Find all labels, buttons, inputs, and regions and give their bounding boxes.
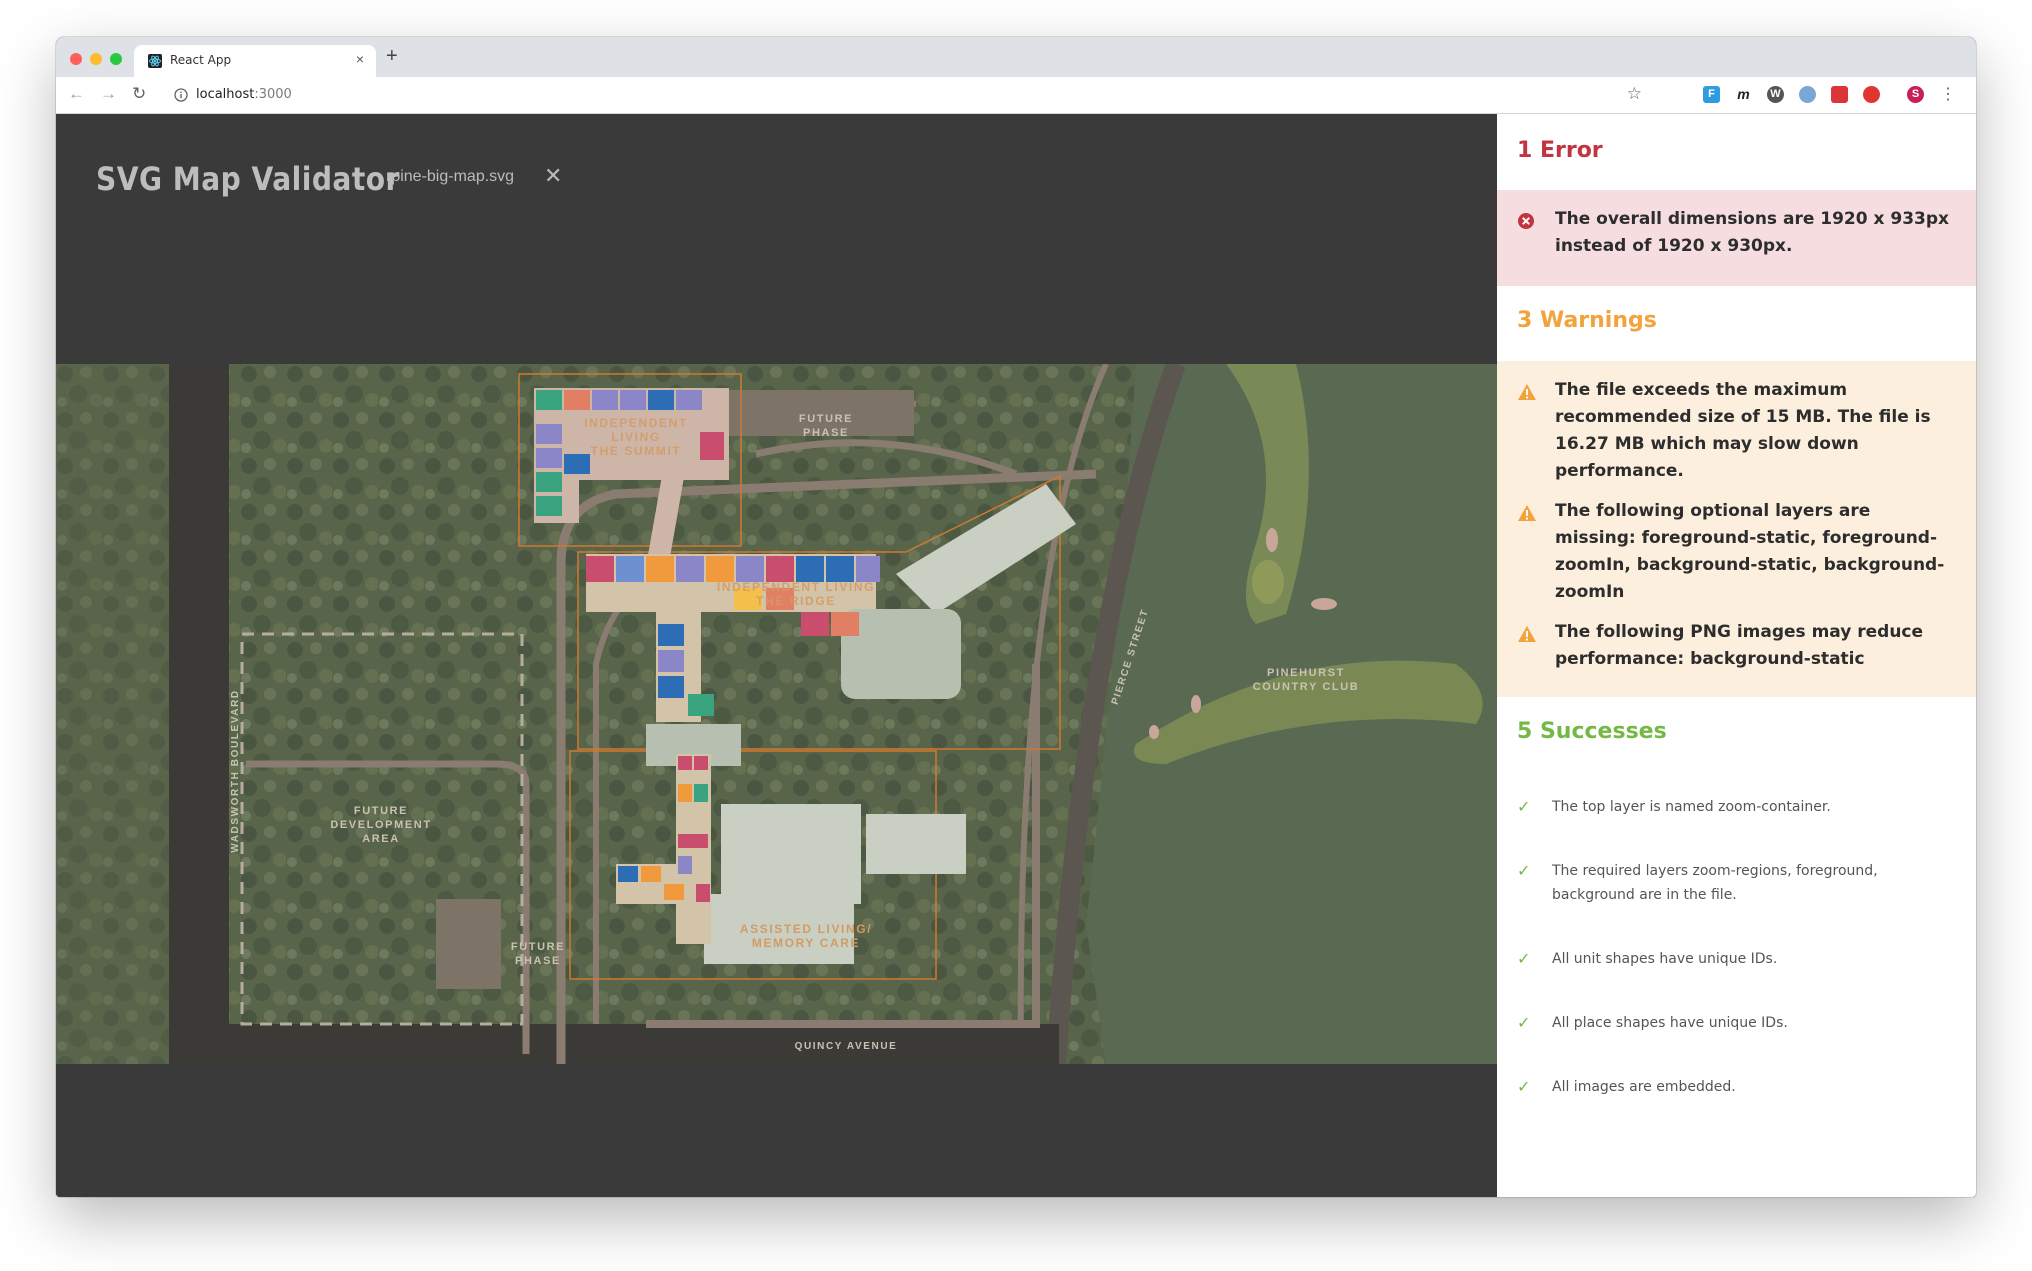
close-window-button[interactable] <box>70 53 82 65</box>
map-label-future-development: FUTURE DEVELOPMENT AREA <box>330 805 432 845</box>
profile-avatar[interactable]: S <box>1907 86 1924 103</box>
map-label-ridge: INDEPENDENT LIVING THE RIDGE <box>716 580 876 608</box>
url-host: localhost <box>196 87 255 102</box>
app-title: SVG Map Validator <box>96 160 400 198</box>
file-name: rpine-big-map.svg <box>386 168 515 185</box>
success-message: The top layer is named zoom-container. <box>1552 799 1831 815</box>
map-label-summit: INDEPENDENT LIVING THE SUMMIT <box>584 416 688 458</box>
map-label-pinehurst: PINEHURST COUNTRY CLUB <box>1252 667 1360 693</box>
check-icon: ✓ <box>1517 1013 1531 1032</box>
warnings-heading: 3 Warnings <box>1517 308 1657 333</box>
map-preview[interactable]: FUTURE PHASE INDEPENDENT LIVING THE SUMM… <box>56 364 1497 1064</box>
new-tab-button[interactable]: + <box>386 45 398 68</box>
app-root: SVG Map Validator rpine-big-map.svg ✕ FU… <box>56 114 1976 1197</box>
warning-icon <box>1518 384 1536 400</box>
url-text: localhost:3000 <box>196 87 292 102</box>
check-icon: ✓ <box>1517 949 1531 968</box>
reload-icon[interactable]: ↻ <box>132 84 146 104</box>
check-icon: ✓ <box>1517 861 1531 880</box>
browser-tab[interactable]: React App × <box>134 45 376 77</box>
validation-sidebar: 1 Error The overall dimensions are 1920 … <box>1497 114 1976 1197</box>
map-label-future-phase-bottom: FUTURE PHASE <box>510 941 566 967</box>
address-bar[interactable]: localhost:3000 ☆ <box>164 81 1650 109</box>
react-icon <box>148 54 162 68</box>
tab-title: React App <box>170 53 232 67</box>
map-label-quincy: QUINCY AVENUE <box>794 1041 898 1052</box>
browser-toolbar: ← → ↻ localhost:3000 ☆ F m W S ⋮ <box>56 77 1976 114</box>
extension-f-icon[interactable]: F <box>1703 86 1720 103</box>
extension-m-icon[interactable]: m <box>1735 86 1752 103</box>
warning-icon <box>1518 626 1536 642</box>
check-icon: ✓ <box>1517 797 1531 816</box>
map-label-wadsworth: WADSWORTH BOULEVARD <box>230 689 241 853</box>
forward-icon[interactable]: → <box>100 84 117 104</box>
map-label-assisted-living: ASSISTED LIVING/ MEMORY CARE <box>739 922 873 950</box>
extension-compass-icon[interactable] <box>1799 86 1816 103</box>
errors-heading: 1 Error <box>1517 138 1603 163</box>
maximize-window-button[interactable] <box>110 53 122 65</box>
warning-list: The file exceeds the maximum recommended… <box>1497 361 1976 697</box>
close-file-icon[interactable]: ✕ <box>544 163 562 189</box>
warning-message: The file exceeds the maximum recommended… <box>1555 380 1931 481</box>
back-icon[interactable]: ← <box>68 84 85 104</box>
extension-photo-icon[interactable] <box>1831 86 1848 103</box>
success-message: All place shapes have unique IDs. <box>1552 1015 1788 1031</box>
tab-close-icon[interactable]: × <box>356 51 364 67</box>
check-icon: ✓ <box>1517 1077 1531 1096</box>
extension-shield-icon[interactable] <box>1863 86 1880 103</box>
browser-menu-icon[interactable]: ⋮ <box>1940 84 1956 104</box>
warning-message: The following PNG images may reduce perf… <box>1555 622 1924 669</box>
success-message: All images are embedded. <box>1552 1079 1736 1095</box>
map-label-future-phase-top: FUTURE PHASE <box>798 413 854 439</box>
info-icon[interactable] <box>174 88 188 102</box>
bookmark-star-icon[interactable]: ☆ <box>1627 84 1642 104</box>
tab-strip: React App × + <box>56 37 1976 77</box>
warning-icon <box>1518 505 1536 521</box>
minimize-window-button[interactable] <box>90 53 102 65</box>
error-icon <box>1518 213 1534 229</box>
extension-w-icon[interactable]: W <box>1767 86 1784 103</box>
warning-message: The following optional layers are missin… <box>1555 501 1945 602</box>
error-message: The overall dimensions are 1920 x 933px … <box>1555 209 1950 256</box>
map-illustration <box>56 364 1497 1064</box>
url-port: :3000 <box>254 87 292 102</box>
browser-window: React App × + ← → ↻ localhost:3000 ☆ F m… <box>56 37 1976 1197</box>
error-list: The overall dimensions are 1920 x 933px … <box>1497 190 1976 286</box>
success-message: The required layers zoom-regions, foregr… <box>1552 863 1878 903</box>
successes-heading: 5 Successes <box>1517 719 1667 744</box>
success-message: All unit shapes have unique IDs. <box>1552 951 1778 967</box>
